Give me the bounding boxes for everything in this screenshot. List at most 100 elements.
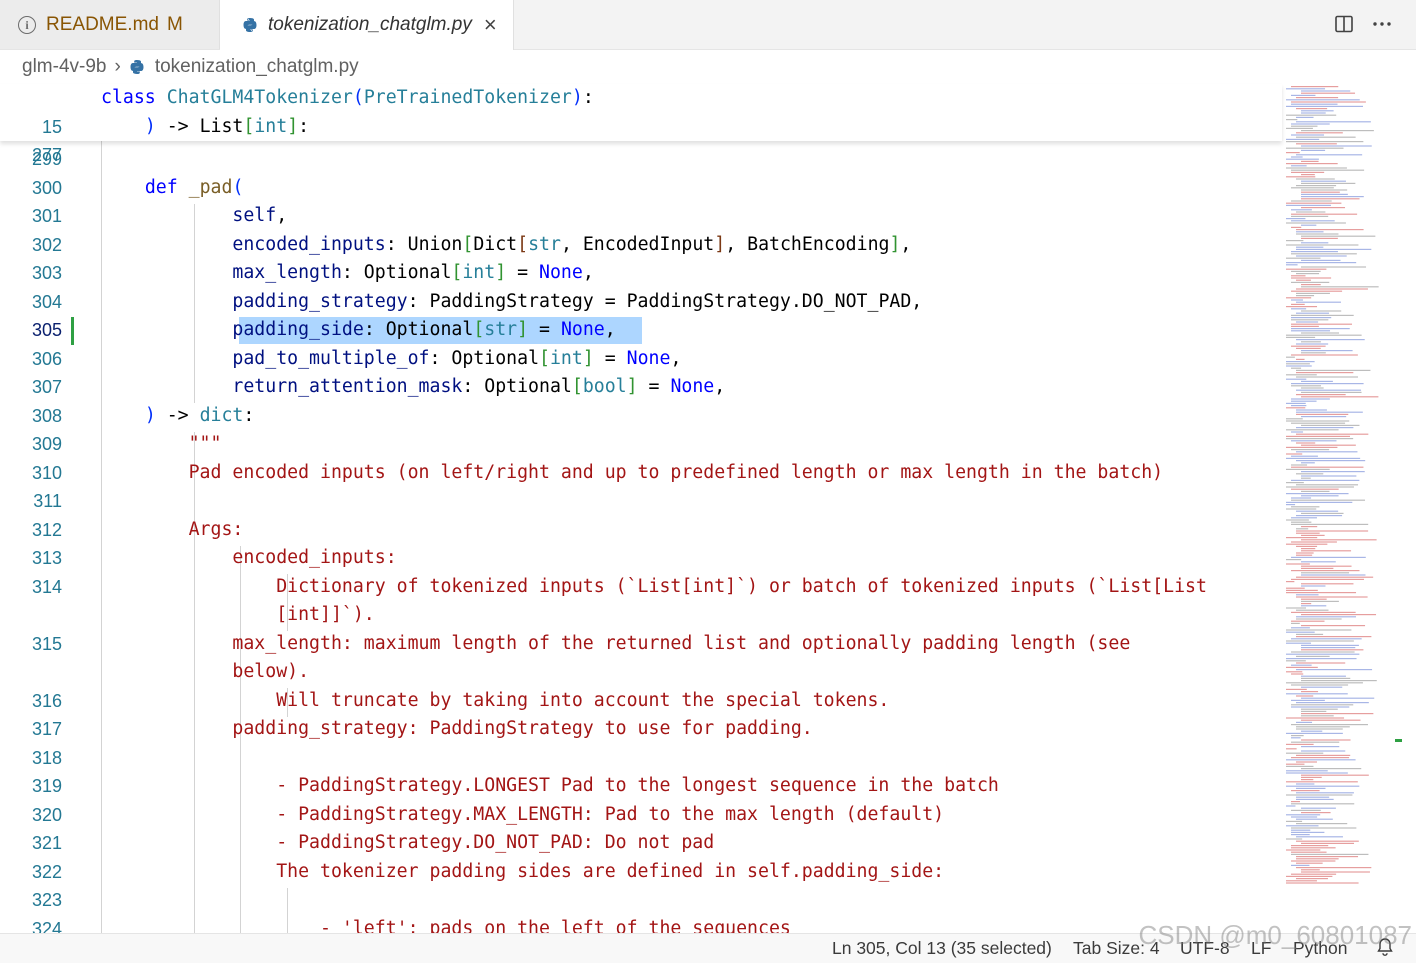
sticky-scroll: 15 class ChatGLM4Tokenizer(PreTrainedTok…	[0, 84, 1282, 166]
line-number: 310	[31, 462, 62, 483]
code-text: ) -> List[int]:	[144, 115, 310, 137]
code-text: Pad encoded inputs (on left/right and up…	[101, 461, 1164, 483]
close-icon[interactable]: ×	[484, 12, 497, 38]
code-text: return_attention_mask: Optional[bool] = …	[232, 376, 726, 397]
line-number: 318	[31, 747, 62, 768]
code-line[interactable]: 315 max_length: maximum length of the re…	[0, 630, 1282, 659]
more-actions-icon[interactable]	[1370, 12, 1394, 36]
editor-tab-bar: i README.md M tokenization_chatglm.py ×	[0, 0, 1416, 50]
code-line-wrapped[interactable]: [int]]`).	[0, 601, 1282, 630]
code-line-wrapped[interactable]: below).	[0, 658, 1282, 687]
code-line[interactable]: 300 def _pad(	[0, 174, 1282, 203]
code-line[interactable]: 316 Will truncate by taking into account…	[0, 687, 1282, 716]
code-text: - PaddingStrategy.MAX_LENGTH: Pad to the…	[101, 803, 945, 825]
split-editor-icon[interactable]	[1332, 12, 1356, 36]
code-line[interactable]: 312 Args:	[0, 516, 1282, 545]
line-number: 319	[31, 776, 62, 796]
breadcrumb-folder[interactable]: glm-4v-9b	[22, 56, 106, 78]
code-text: pad_to_multiple_of: Optional[int] = None…	[232, 347, 682, 369]
code-line[interactable]: 302 encoded_inputs: Union[Dict[str, Enco…	[0, 231, 1282, 260]
line-number: 311	[33, 491, 62, 511]
code-line[interactable]: 319 - PaddingStrategy.LONGEST Pad to the…	[0, 772, 1282, 801]
code-text: def _pad(	[144, 176, 244, 198]
code-line[interactable]: 299	[0, 145, 1282, 174]
code-text: max_length: maximum length of the return…	[101, 632, 1131, 654]
code-text: Will truncate by taking into account the…	[101, 689, 890, 711]
tab-label: tokenization_chatglm.py	[268, 14, 472, 35]
code-text: padding_strategy: PaddingStrategy to use…	[101, 718, 813, 739]
tab-label: README.md	[46, 13, 159, 35]
code-line[interactable]: 318	[0, 744, 1282, 773]
code-line[interactable]: 311	[0, 487, 1282, 516]
python-icon	[129, 59, 145, 75]
code-text: """	[101, 433, 222, 454]
code-text: - PaddingStrategy.LONGEST Pad to the lon…	[101, 775, 999, 796]
code-line[interactable]: 304 padding_strategy: PaddingStrategy = …	[0, 288, 1282, 317]
breadcrumb: glm-4v-9b › tokenization_chatglm.py	[0, 50, 1416, 84]
line-number: 304	[31, 291, 62, 312]
code-line[interactable]: 301 self,	[0, 202, 1282, 231]
code-line[interactable]: 310 Pad encoded inputs (on left/right an…	[0, 459, 1282, 488]
code-text: - PaddingStrategy.DO_NOT_PAD: Do not pad	[101, 832, 715, 853]
minimap[interactable]	[1282, 84, 1402, 930]
line-number: 322	[31, 861, 62, 882]
code-line[interactable]: 323	[0, 886, 1282, 915]
cursor-position[interactable]: Ln 305, Col 13 (35 selected)	[832, 938, 1052, 959]
code-line[interactable]: 314 Dictionary of tokenized inputs (`Lis…	[0, 573, 1282, 602]
code-line[interactable]: 308 ) -> dict:	[0, 402, 1282, 431]
code-text: encoded_inputs: Union[Dict[str, EncodedI…	[232, 233, 912, 255]
tab-readme[interactable]: i README.md M	[0, 0, 220, 49]
code-text: below).	[101, 661, 310, 682]
code-line[interactable]: 313 encoded_inputs:	[0, 544, 1282, 573]
python-icon	[242, 17, 258, 33]
line-number: 316	[31, 690, 62, 711]
code-editor[interactable]: 299 300 def _pad( 301 self, 302 encoded_…	[0, 141, 1282, 933]
line-number: 302	[31, 234, 62, 255]
code-text: Dictionary of tokenized inputs (`List[in…	[101, 575, 1207, 597]
line-number: 307	[31, 377, 62, 397]
tab-tokenization[interactable]: tokenization_chatglm.py ×	[220, 0, 514, 50]
line-number: 320	[31, 804, 62, 825]
code-line[interactable]: 321 - PaddingStrategy.DO_NOT_PAD: Do not…	[0, 829, 1282, 858]
breadcrumb-file[interactable]: tokenization_chatglm.py	[155, 56, 359, 78]
sticky-line[interactable]: 277 ) -> List[int]:	[0, 113, 1282, 166]
line-number: 317	[31, 719, 62, 739]
chevron-right-icon: ›	[114, 56, 121, 77]
code-text: ) -> dict:	[144, 404, 255, 426]
code-text: max_length: Optional[int] = None,	[232, 262, 594, 283]
code-line[interactable]: 320 - PaddingStrategy.MAX_LENGTH: Pad to…	[0, 801, 1282, 830]
line-number: 312	[31, 519, 62, 540]
line-number: 306	[31, 348, 62, 369]
code-text: padding_strategy: PaddingStrategy = Padd…	[232, 290, 923, 312]
line-number: 305	[31, 320, 62, 340]
code-line[interactable]: 307 return_attention_mask: Optional[bool…	[0, 373, 1282, 402]
line-number: 277	[31, 145, 62, 165]
watermark: CSDN @m0_60801087	[1138, 920, 1412, 950]
code-line[interactable]: 322 The tokenizer padding sides are defi…	[0, 858, 1282, 887]
sticky-line[interactable]: 15 class ChatGLM4Tokenizer(PreTrainedTok…	[0, 84, 1282, 137]
code-line[interactable]: 309 """	[0, 430, 1282, 459]
line-number: 308	[31, 405, 62, 426]
code-line[interactable]: 317 padding_strategy: PaddingStrategy to…	[0, 715, 1282, 744]
code-text: The tokenizer padding sides are defined …	[101, 860, 945, 882]
line-number: 323	[31, 890, 62, 910]
line-number: 309	[31, 434, 62, 454]
line-number: 303	[31, 263, 62, 283]
code-text: - 'left': pads on the left of the sequen…	[101, 917, 791, 934]
code-text: [int]]`).	[101, 604, 375, 625]
line-number: 321	[31, 833, 62, 853]
modified-badge: M	[166, 13, 183, 35]
info-icon: i	[18, 15, 36, 34]
code-line[interactable]: 324 - 'left': pads on the left of the se…	[0, 915, 1282, 934]
line-number: 324	[31, 918, 62, 934]
code-text: encoded_inputs:	[101, 547, 397, 568]
line-number: 314	[31, 576, 62, 597]
code-line-current[interactable]: 305 padding_side: Optional[str] = None,	[0, 316, 1282, 345]
code-text: padding_side: Optional[str] = None,	[232, 319, 616, 340]
code-text: self,	[232, 205, 288, 226]
code-line[interactable]: 303 max_length: Optional[int] = None,	[0, 259, 1282, 288]
code-text: class ChatGLM4Tokenizer(PreTrainedTokeni…	[101, 87, 594, 108]
code-line[interactable]: 306 pad_to_multiple_of: Optional[int] = …	[0, 345, 1282, 374]
line-number: 315	[31, 633, 62, 654]
line-number: 313	[31, 548, 62, 568]
